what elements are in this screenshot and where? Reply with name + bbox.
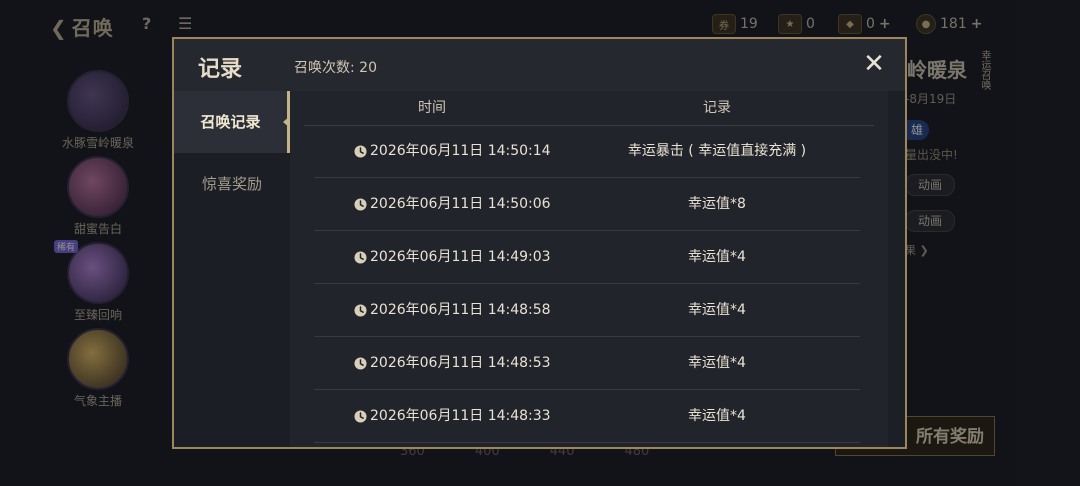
dialog-title: 记录 [198,57,243,82]
record-result: 幸运值*4 [688,249,746,265]
close-icon[interactable]: ✕ [861,51,887,77]
column-time: 时间 [418,100,446,116]
record-time: 2026年06月11日 14:48:58 [354,284,551,336]
table-body: 2026年06月11日 14:50:14 幸运暴击 ( 幸运值直接充满 ) 2026… [314,125,860,443]
tab-surprise-reward[interactable]: 惊喜奖励 [174,153,290,215]
time-text: 2026年06月11日 14:48:53 [370,355,551,371]
time-text: 2026年06月11日 14:48:33 [370,408,551,424]
clock-icon [354,303,367,317]
table-row: 2026年06月11日 14:50:06 幸运值*8 [314,178,860,231]
dialog-header: 记录 召唤次数: 20 ✕ [174,39,905,91]
clock-icon [354,356,367,370]
record-result: 幸运值*8 [688,196,746,212]
table-row: 2026年06月11日 14:48:58 幸运值*4 [314,284,860,337]
time-text: 2026年06月11日 14:49:03 [370,249,551,265]
record-result: 幸运值*4 [688,302,746,318]
time-text: 2026年06月11日 14:48:58 [370,302,551,318]
table-row: 2026年06月11日 14:48:33 幸运值*4 [314,390,860,443]
scrollbar[interactable] [888,91,905,447]
column-record: 记录 [703,100,731,116]
record-time: 2026年06月11日 14:48:33 [354,390,551,442]
table-row: 2026年06月11日 14:49:03 幸运值*4 [314,231,860,284]
clock-icon [354,197,367,211]
record-time: 2026年06月11日 14:49:03 [354,231,551,283]
tab-summon-record[interactable]: 召唤记录 [174,91,290,153]
record-result: 幸运值*4 [688,408,746,424]
dialog-tabs: 召唤记录 惊喜奖励 [174,91,290,447]
table-row: 2026年06月11日 14:50:14 幸运暴击 ( 幸运值直接充满 ) [314,125,860,178]
table-header: 时间 记录 [304,91,874,126]
clock-icon [354,409,367,423]
record-dialog: 记录 召唤次数: 20 ✕ 召唤记录 惊喜奖励 时间 记录 2026年06月11… [172,37,907,449]
record-table[interactable]: 时间 记录 2026年06月11日 14:50:14 幸运暴击 ( 幸运值直接充满… [290,91,888,447]
time-text: 2026年06月11日 14:50:06 [370,196,551,212]
record-result: 幸运值*4 [688,355,746,371]
record-time: 2026年06月11日 14:48:53 [354,337,551,389]
time-text: 2026年06月11日 14:50:14 [370,143,551,159]
record-time: 2026年06月11日 14:50:14 [354,125,551,177]
table-row: 2026年06月11日 14:48:53 幸运值*4 [314,337,860,390]
clock-icon [354,144,367,158]
clock-icon [354,250,367,264]
summon-count: 召唤次数: 20 [294,60,377,76]
record-time: 2026年06月11日 14:50:06 [354,178,551,230]
record-result: 幸运暴击 ( 幸运值直接充满 ) [627,143,807,159]
